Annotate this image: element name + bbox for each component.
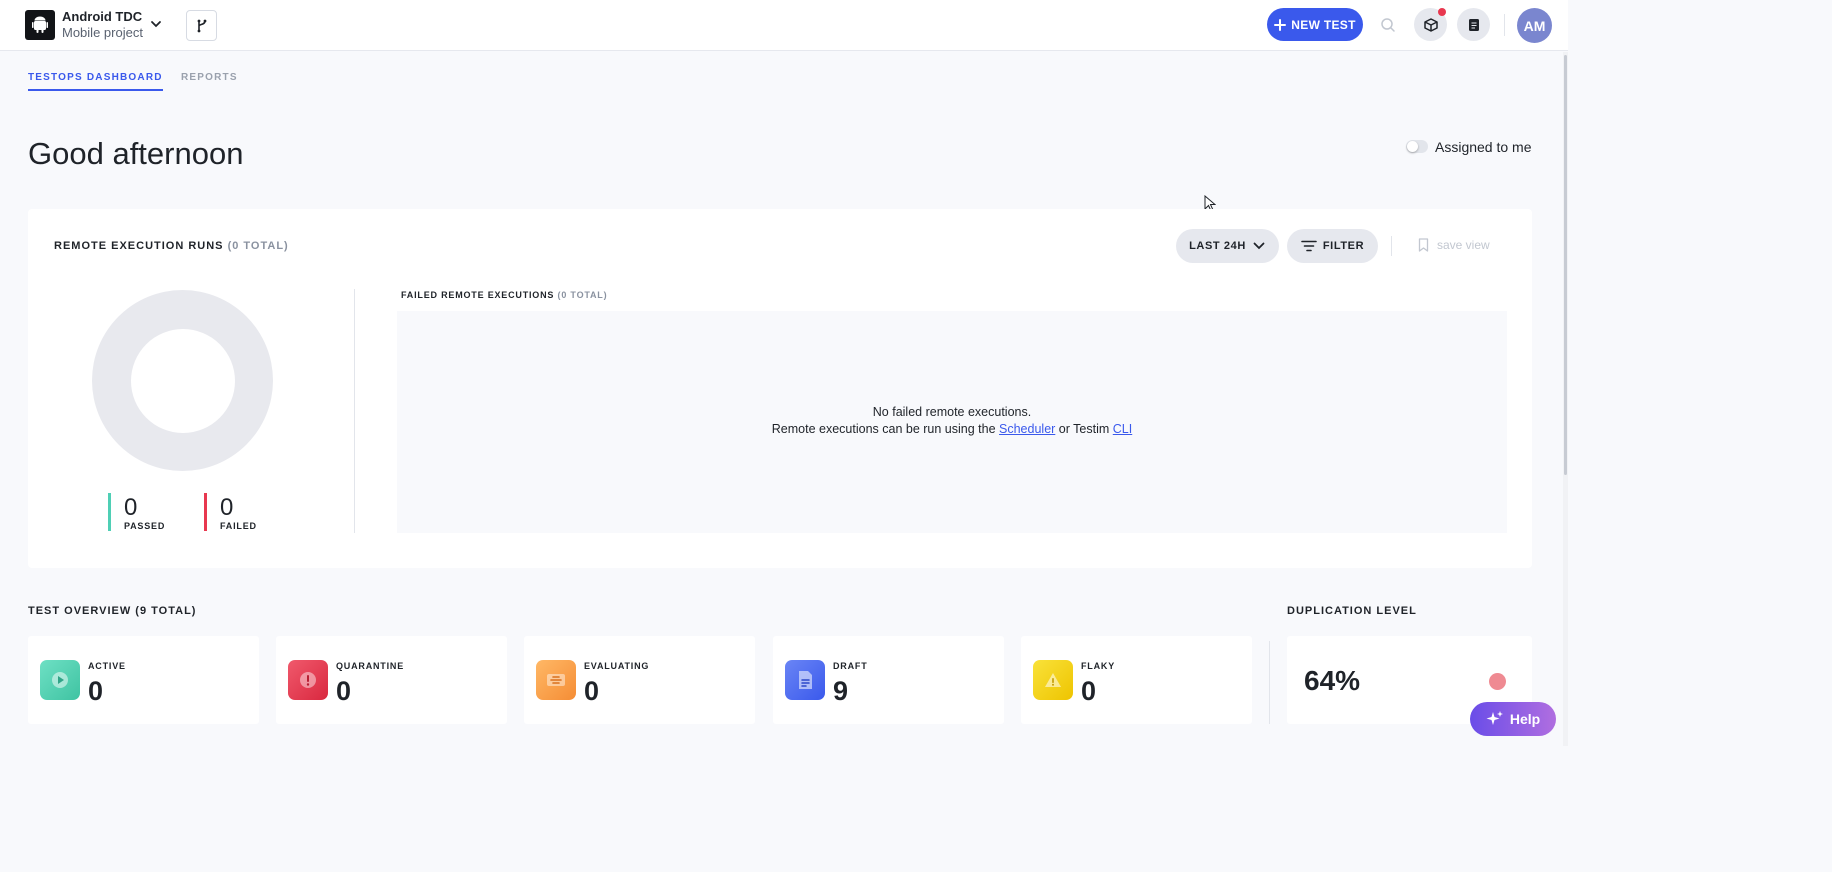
overview-label: FLAKY [1081,661,1115,671]
alert-icon [288,660,328,700]
sparkle-icon [1486,711,1503,725]
overview-value: 0 [336,676,352,706]
docs-button[interactable] [1457,8,1490,41]
filter-icon [1301,240,1317,252]
warning-icon [1033,660,1073,700]
assigned-toggle-label[interactable]: Assigned to me [1435,139,1532,155]
help-label: Help [1509,711,1541,727]
failed-executions-total: (0 TOTAL) [557,290,608,300]
overview-label: QUARANTINE [336,661,404,671]
overview-label: DRAFT [833,661,868,671]
search-icon [1380,17,1395,32]
evaluate-icon [536,660,576,700]
branch-icon [197,19,206,32]
overview-card-active[interactable]: ACTIVE 0 [28,636,259,724]
passed-count: 0 [124,494,138,521]
remote-runs-title: REMOTE EXECUTION RUNS (0 TOTAL) [54,240,289,252]
scrollbar-thumb[interactable] [1564,55,1567,475]
overview-value: 9 [833,676,849,706]
remote-runs-total: (0 TOTAL) [227,240,289,252]
draft-icon [785,660,825,700]
duplication-status-dot [1489,673,1506,690]
search-button[interactable] [1371,8,1404,41]
failed-executions-title: FAILED REMOTE EXECUTIONS (0 TOTAL) [401,290,607,300]
test-overview-title: TEST OVERVIEW (9 TOTAL) [28,605,197,617]
overview-label: ACTIVE [88,661,126,671]
avatar[interactable]: AM [1517,8,1552,43]
project-type: Mobile project [62,25,143,40]
save-view-label: save view [1437,238,1490,252]
overview-card-flaky[interactable]: FLAKY 0 [1021,636,1252,724]
overview-card-evaluating[interactable]: EVALUATING 0 [524,636,755,724]
empty-state-message: No failed remote executions. [872,405,1032,419]
play-icon [40,660,80,700]
passed-label: PASSED [124,521,166,531]
time-range-label: LAST 24H [1189,240,1246,252]
empty-state-hint: Remote executions can be run using the S… [397,422,1507,436]
overview-value: 0 [88,676,104,706]
failed-label: FAILED [220,521,257,531]
overview-card-draft[interactable]: DRAFT 9 [773,636,1004,724]
time-range-dropdown[interactable]: LAST 24H [1176,229,1279,263]
filter-button[interactable]: FILTER [1287,229,1378,263]
project-name[interactable]: Android TDC [62,9,142,24]
divider [354,289,355,533]
page-title: Good afternoon [28,136,244,171]
empty-hint-prefix: Remote executions can be run using the [771,422,996,436]
remote-runs-title-text: REMOTE EXECUTION RUNS [54,240,224,252]
overview-value: 0 [1081,676,1097,706]
overview-label: EVALUATING [584,661,650,671]
failed-executions-title-text: FAILED REMOTE EXECUTIONS [401,290,555,300]
divider [1269,641,1270,724]
failed-count: 0 [220,494,234,521]
duplication-value: 64% [1304,665,1361,696]
empty-hint-or: or Testim [1058,422,1110,436]
passed-bar [108,493,111,531]
scheduler-link[interactable]: Scheduler [999,422,1055,436]
duplication-title: DUPLICATION LEVEL [1287,605,1417,617]
cube-icon [1423,17,1438,32]
failed-bar [204,493,207,531]
cli-link[interactable]: CLI [1113,422,1132,436]
toggle-knob[interactable] [1407,141,1418,152]
chevron-down-icon[interactable] [149,17,163,31]
branch-button[interactable] [186,10,217,41]
chevron-down-icon [1253,242,1265,250]
donut-hole [131,329,235,433]
bookmark-icon [1418,238,1429,252]
divider [1504,14,1505,36]
plus-icon [1274,18,1287,31]
filter-label: FILTER [1322,240,1365,252]
notification-dot [1438,8,1446,16]
overview-value: 0 [584,676,600,706]
new-test-label: NEW TEST [1291,17,1356,32]
help-button[interactable]: Help [1470,702,1556,736]
document-icon [1468,18,1479,31]
divider [1391,236,1392,256]
tab-reports[interactable]: REPORTS [181,72,238,83]
save-view-button[interactable]: save view [1418,238,1490,252]
overview-card-quarantine[interactable]: QUARANTINE 0 [276,636,507,724]
android-icon[interactable] [25,10,55,40]
tab-testops-dashboard[interactable]: TESTOPS DASHBOARD [28,72,163,91]
new-test-button[interactable]: NEW TEST [1267,8,1363,41]
